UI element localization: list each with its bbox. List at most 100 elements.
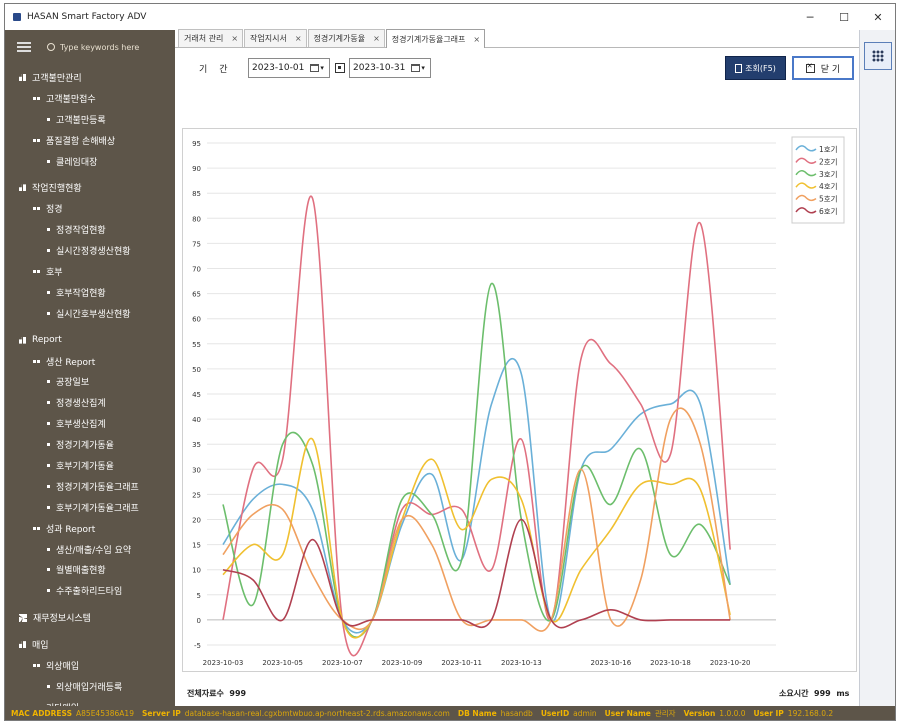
sidebar-item[interactable]: 고객불만등록: [5, 109, 175, 130]
sidebar-item[interactable]: 생산 Report: [5, 351, 175, 372]
x-tick-label: 2023-10-03: [203, 659, 244, 667]
sidebar-item[interactable]: 정경생산집계: [5, 392, 175, 413]
y-tick-label: 85: [192, 190, 201, 198]
tab-close-icon[interactable]: ×: [295, 34, 302, 43]
date-range-separator-icon: [335, 63, 345, 73]
bullet-icon: [47, 568, 50, 572]
sidebar-item[interactable]: 실시간정경생산현황: [5, 240, 175, 261]
sidebar-item[interactable]: 호부생산집계: [5, 413, 175, 434]
series-line-2: [222, 195, 731, 657]
sidebar-item[interactable]: 호부기계가동율: [5, 455, 175, 476]
bullet-icon: [47, 547, 50, 551]
y-tick-label: 50: [192, 366, 201, 374]
sidebar-item-label: 매입: [32, 641, 49, 652]
status-value: 1.0.0.0: [719, 708, 746, 718]
sidebar-search[interactable]: Type keywords here: [47, 43, 139, 52]
sidebar-item[interactable]: 정경기계가동율: [5, 434, 175, 455]
status-value: admin: [573, 708, 597, 718]
x-tick-label: 2023-10-07: [322, 659, 363, 667]
sidebar-item[interactable]: 고객불만접수: [5, 88, 175, 109]
tab-close-icon[interactable]: ×: [231, 34, 238, 43]
sidebar-item[interactable]: 호부: [5, 261, 175, 282]
y-tick-label: 5: [197, 592, 201, 600]
date-to-field[interactable]: 2023-10-31 ▾: [349, 58, 431, 78]
tab-close-icon[interactable]: ×: [373, 34, 380, 43]
chevron-down-icon[interactable]: ▾: [421, 64, 425, 72]
sidebar-item[interactable]: 호부작업현황: [5, 282, 175, 303]
status-value: database-hasan-real.cgxbmtwbuo.ap-northe…: [184, 708, 450, 718]
sidebar-item[interactable]: 정경기계가동율그래프: [5, 476, 175, 497]
sidebar-item-label: 생산 Report: [46, 357, 96, 368]
menu-toggle-icon[interactable]: [17, 42, 31, 52]
sidebar-item-label: 공장일보: [56, 378, 90, 389]
sidebar-item[interactable]: 공장일보: [5, 371, 175, 392]
bullet-icon: [47, 117, 50, 121]
sidebar-item[interactable]: 품질결함 손해배상: [5, 130, 175, 151]
tab-2[interactable]: 작업지시서 ×: [244, 29, 307, 47]
sidebar-item[interactable]: 생산/매출/수입 요약: [5, 539, 175, 560]
bullet-icon: [47, 463, 50, 467]
y-tick-label: 55: [192, 341, 201, 349]
date-from-field[interactable]: 2023-10-01 ▾: [248, 58, 330, 78]
sidebar-item-label: 정경기계가동율: [56, 441, 114, 452]
y-tick-label: 70: [192, 266, 201, 274]
y-tick-label: 20: [192, 517, 201, 525]
sidebar-item[interactable]: 재무정보시스템: [5, 607, 175, 628]
minimize-button[interactable]: ─: [793, 4, 827, 30]
y-tick-label: 10: [192, 567, 201, 575]
tab-close-icon[interactable]: ×: [473, 35, 480, 44]
sidebar-item-label: 외상매입거래등록: [56, 682, 123, 693]
search-button[interactable]: 조회(F5): [725, 56, 786, 80]
maximize-button[interactable]: ☐: [827, 4, 861, 30]
status-key: Server IP: [141, 708, 181, 718]
y-tick-label: 40: [192, 416, 201, 424]
sidebar-item[interactable]: 고객불만관리: [5, 67, 175, 88]
status-key: DB Name: [457, 708, 497, 718]
sidebar-item[interactable]: 월별매출현황: [5, 559, 175, 580]
y-tick-label: 95: [192, 140, 201, 148]
tab-4[interactable]: 정경기계가동율그래프 ×: [385, 29, 486, 48]
close-window-button[interactable]: ✕: [861, 4, 895, 30]
sidebar-item[interactable]: 외상매입: [5, 655, 175, 676]
bullet-icon: [47, 684, 50, 688]
status-key: MAC ADDRESS: [11, 708, 73, 718]
sidebar-item[interactable]: 수주출하리드타임: [5, 580, 175, 601]
sidebar-item[interactable]: 정경: [5, 198, 175, 219]
calendar-icon[interactable]: [411, 64, 421, 72]
elapsed-unit: ms: [836, 689, 850, 698]
folder-icon: [19, 73, 26, 81]
folder-icon: [19, 336, 26, 344]
sidebar-item-label: 외상매입: [46, 661, 80, 672]
y-tick-label: 80: [192, 215, 201, 223]
tab-1[interactable]: 거래처 관리 ×: [178, 29, 244, 47]
chevron-down-icon[interactable]: ▾: [320, 64, 324, 72]
apps-grid-button[interactable]: [864, 42, 892, 70]
y-tick-label: 75: [192, 240, 201, 248]
sidebar-item[interactable]: Report: [5, 330, 175, 351]
sidebar-item[interactable]: 클레임대장: [5, 151, 175, 172]
bullet-icon: [47, 422, 50, 426]
sidebar-item[interactable]: 정경작업현황: [5, 219, 175, 240]
sidebar-item[interactable]: 외상매입거래등록: [5, 676, 175, 697]
folder-icon: [33, 207, 40, 211]
status-key: User Name: [604, 708, 651, 718]
legend-label: 5호기: [819, 195, 838, 204]
tab-label: 정경기계가동율: [313, 34, 366, 43]
bullet-icon: [47, 311, 50, 315]
x-tick-label: 2023-10-11: [441, 659, 482, 667]
status-key: UserID: [540, 708, 570, 718]
close-button[interactable]: 닫 기: [792, 56, 854, 80]
sidebar-item-label: 고객불만접수: [46, 94, 96, 105]
sidebar-item-label: 품질결함 손해배상: [46, 136, 116, 147]
tab-3[interactable]: 정경기계가동율 ×: [307, 29, 385, 47]
sidebar-item[interactable]: 성과 Report: [5, 518, 175, 539]
sidebar-item[interactable]: 매입: [5, 634, 175, 655]
sidebar-item[interactable]: 실시간호부생산현황: [5, 303, 175, 324]
sidebar-item[interactable]: 호부기계가동율그래프: [5, 497, 175, 518]
calendar-icon[interactable]: [310, 64, 320, 72]
date-to-value: 2023-10-31: [353, 63, 406, 73]
sidebar-item-label: 호부생산집계: [56, 420, 106, 431]
sidebar-item[interactable]: 작업진행현황: [5, 177, 175, 198]
main-content: 거래처 관리 × 작업지시서 × 정경기계가동율 × 정경기계가동율그래프 × 기간 2023…: [175, 29, 859, 710]
sidebar: Type keywords here 고객불만관리고객불만접수고객불만등록품질결…: [5, 30, 175, 710]
